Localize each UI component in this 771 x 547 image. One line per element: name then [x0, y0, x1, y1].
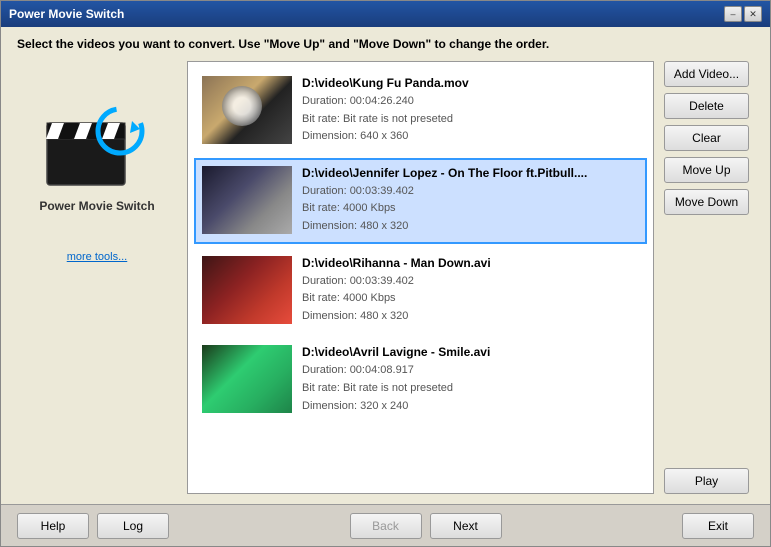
delete-button[interactable]: Delete: [664, 93, 749, 119]
minimize-button[interactable]: –: [724, 6, 742, 22]
video-thumbnail: [202, 345, 292, 413]
play-button[interactable]: Play: [664, 468, 749, 494]
add-video-button[interactable]: Add Video...: [664, 61, 749, 87]
video-detail: Duration: 00:04:26.240Bit rate: Bit rate…: [302, 93, 639, 146]
clapboard-icon: [42, 101, 152, 191]
exit-button[interactable]: Exit: [682, 513, 754, 539]
left-panel: Power Movie Switch more tools...: [17, 61, 177, 494]
help-button[interactable]: Help: [17, 513, 89, 539]
video-info: D:\video\Kung Fu Panda.mov Duration: 00:0…: [302, 76, 639, 146]
content-area: Select the videos you want to convert. U…: [1, 27, 770, 504]
bottom-center-buttons: Back Next: [350, 513, 502, 539]
main-panel: Power Movie Switch more tools... D:\vide…: [17, 61, 754, 494]
video-info: D:\video\Jennifer Lopez - On The Floor f…: [302, 166, 639, 236]
bottom-right-buttons: Exit: [682, 513, 754, 539]
video-thumbnail: [202, 76, 292, 144]
back-button[interactable]: Back: [350, 513, 422, 539]
close-button[interactable]: ✕: [744, 6, 762, 22]
right-panel: Add Video... Delete Clear Move Up Move D…: [664, 61, 754, 494]
window-title: Power Movie Switch: [9, 7, 124, 21]
video-thumbnail: [202, 256, 292, 324]
log-button[interactable]: Log: [97, 513, 169, 539]
bottom-bar: Help Log Back Next Exit: [1, 504, 770, 546]
main-window: Power Movie Switch – ✕ Select the videos…: [0, 0, 771, 547]
video-thumbnail: [202, 166, 292, 234]
video-path: D:\video\Kung Fu Panda.mov: [302, 76, 639, 90]
next-button[interactable]: Next: [430, 513, 502, 539]
spacer: [664, 221, 754, 462]
video-item[interactable]: D:\video\Avril Lavigne - Smile.avi Durati…: [194, 337, 647, 423]
video-item[interactable]: D:\video\Jennifer Lopez - On The Floor f…: [194, 158, 647, 244]
window-controls: – ✕: [724, 6, 762, 22]
video-detail: Duration: 00:03:39.402Bit rate: 4000 Kbp…: [302, 183, 639, 236]
video-detail: Duration: 00:04:08.917Bit rate: Bit rate…: [302, 362, 639, 415]
bottom-left-buttons: Help Log: [17, 513, 169, 539]
video-path: D:\video\Rihanna - Man Down.avi: [302, 256, 639, 270]
title-bar: Power Movie Switch – ✕: [1, 1, 770, 27]
logo-area: Power Movie Switch more tools...: [39, 101, 154, 263]
video-list[interactable]: D:\video\Kung Fu Panda.mov Duration: 00:0…: [187, 61, 654, 494]
instruction-text: Select the videos you want to convert. U…: [17, 37, 754, 51]
video-path: D:\video\Jennifer Lopez - On The Floor f…: [302, 166, 639, 180]
video-detail: Duration: 00:03:39.402Bit rate: 4000 Kbp…: [302, 273, 639, 326]
move-down-button[interactable]: Move Down: [664, 189, 749, 215]
video-path: D:\video\Avril Lavigne - Smile.avi: [302, 345, 639, 359]
app-title-label: Power Movie Switch: [39, 199, 154, 213]
video-item[interactable]: D:\video\Rihanna - Man Down.avi Duration:…: [194, 248, 647, 334]
video-item[interactable]: D:\video\Kung Fu Panda.mov Duration: 00:0…: [194, 68, 647, 154]
video-info: D:\video\Rihanna - Man Down.avi Duration:…: [302, 256, 639, 326]
move-up-button[interactable]: Move Up: [664, 157, 749, 183]
app-logo-svg: [42, 101, 152, 191]
clear-button[interactable]: Clear: [664, 125, 749, 151]
more-tools-link[interactable]: more tools...: [67, 251, 128, 263]
video-info: D:\video\Avril Lavigne - Smile.avi Durati…: [302, 345, 639, 415]
